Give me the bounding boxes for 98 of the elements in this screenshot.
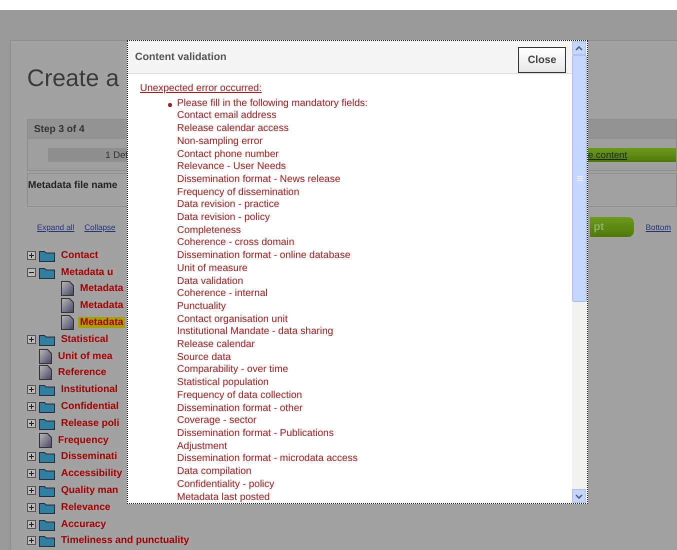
missing-field: Dissemination format - other	[177, 402, 572, 416]
folder-icon	[39, 467, 55, 480]
missing-field: Unit of measure	[177, 262, 572, 276]
tree-item[interactable]: Unit of mea	[56, 350, 114, 362]
folder-icon	[39, 383, 55, 396]
expand-icon[interactable]	[27, 520, 36, 529]
bottom-link[interactable]: Bottom	[646, 222, 671, 232]
missing-field: Adjustment	[177, 440, 572, 454]
expand-icon[interactable]	[27, 402, 36, 412]
tree-item[interactable]: Frequency	[56, 434, 111, 446]
folder-icon	[39, 484, 55, 498]
document-icon	[61, 298, 74, 314]
expand-icon[interactable]	[27, 385, 36, 394]
expand-icon[interactable]	[27, 536, 36, 546]
missing-field: Dissemination format - microdata access	[177, 453, 572, 466]
close-button[interactable]: Close	[518, 47, 566, 73]
scroll-down-icon[interactable]	[575, 494, 583, 498]
field-label: Metadata file name	[28, 180, 118, 193]
missing-field: Release calendar access	[177, 123, 572, 136]
missing-field: Non-sampling error	[177, 136, 572, 149]
missing-field: Coherence - cross domain	[177, 237, 572, 250]
error-message: Please fill in the following mandatory fields:	[177, 98, 368, 109]
scroll-up-icon[interactable]	[575, 46, 583, 50]
tree-item[interactable]: Quality man	[59, 485, 120, 496]
bullet-icon	[168, 102, 172, 107]
tree-item[interactable]: Reference	[56, 367, 108, 378]
tree-item[interactable]: Accessibility	[59, 468, 124, 480]
expand-icon[interactable]	[27, 502, 36, 512]
folder-icon	[39, 450, 55, 464]
tree-item[interactable]: Release poli	[59, 418, 122, 429]
document-icon	[39, 432, 52, 448]
missing-field: Coverage - sector	[177, 415, 572, 428]
folder-icon	[39, 248, 55, 262]
folder-icon	[39, 500, 55, 514]
missing-field: Confidentiality - policy	[177, 478, 572, 492]
tree-item[interactable]: Accuracy	[59, 518, 108, 530]
missing-field: Completeness	[177, 224, 572, 238]
tree-item[interactable]: Statistical	[59, 334, 110, 345]
missing-field: Statistical population	[177, 377, 572, 390]
expand-icon[interactable]	[27, 469, 36, 478]
expand-icon[interactable]	[27, 418, 36, 428]
missing-field: Data revision - practice	[177, 199, 572, 212]
missing-field: Source data	[177, 352, 572, 364]
scrollbar[interactable]	[572, 41, 587, 503]
folder-icon	[39, 332, 55, 346]
missing-field: Dissemination format - News release	[177, 174, 572, 187]
folder-icon	[39, 400, 55, 414]
tree-item[interactable]: Timeliness and punctuality	[59, 535, 192, 546]
tree-item[interactable]: Metadata	[78, 300, 126, 312]
tree-item[interactable]: Contact	[59, 250, 100, 261]
expand-icon[interactable]	[27, 452, 36, 462]
missing-field: Contact phone number	[177, 148, 572, 162]
missing-field: Data compilation	[177, 466, 572, 479]
document-icon	[39, 365, 52, 380]
missing-field: Contact email address	[177, 110, 572, 124]
missing-field: Institutional Mandate - data sharing	[177, 326, 572, 340]
missing-field: Release calendar	[177, 339, 572, 352]
missing-field: Dissemination format - Publications	[177, 428, 572, 441]
missing-field: Metadata last posted	[177, 492, 572, 504]
expand-icon[interactable]	[27, 486, 36, 496]
missing-field: Contact organisation unit	[177, 314, 572, 326]
missing-field: Punctuality	[177, 300, 572, 314]
folder-icon	[39, 266, 55, 279]
tree-item[interactable]: Metadata u	[59, 266, 116, 278]
scrollbar-thumb[interactable]	[572, 55, 587, 302]
page-title: Create a	[27, 65, 120, 93]
missing-field: Frequency of data collection	[177, 390, 572, 403]
expand-icon[interactable]	[27, 250, 36, 260]
missing-field: Comparability - over time	[177, 364, 572, 378]
folder-icon	[39, 416, 55, 430]
missing-field: Coherence - internal	[177, 288, 572, 301]
tree-item[interactable]: Confidential	[59, 401, 121, 412]
tree-item[interactable]: Disseminati	[59, 451, 120, 462]
progress-step[interactable]: 1 Def	[48, 148, 128, 162]
document-icon	[61, 281, 74, 296]
tree-item[interactable]: Metadata	[78, 317, 126, 328]
folder-icon	[39, 518, 55, 531]
missing-field: Relevance - User Needs	[177, 161, 572, 174]
document-icon	[61, 315, 74, 330]
document-icon	[39, 348, 52, 364]
tree-link[interactable]: Expand all	[37, 222, 74, 232]
error-heading: Unexpected error occurred:	[140, 83, 263, 96]
dialog-title: Content validation	[135, 51, 227, 63]
missing-field: Data validation	[177, 276, 572, 288]
progress-step[interactable]: e content	[588, 148, 676, 162]
tree-item[interactable]: Relevance	[59, 502, 112, 513]
accept-button[interactable]: pt	[590, 217, 634, 237]
grip-icon	[576, 176, 582, 181]
tree-item[interactable]: Institutional	[59, 384, 120, 396]
collapse-icon[interactable]	[27, 268, 36, 277]
expand-icon[interactable]	[27, 334, 36, 344]
tree-item[interactable]: Metadata	[78, 283, 126, 294]
tree-link[interactable]: Collapse	[84, 222, 116, 232]
missing-field: Data revision - policy	[177, 212, 572, 225]
missing-field: Frequency of dissemination	[177, 186, 572, 200]
missing-field: Dissemination format - online database	[177, 250, 572, 263]
step-label: Step 3 of 4	[34, 124, 85, 135]
folder-icon	[39, 534, 55, 548]
